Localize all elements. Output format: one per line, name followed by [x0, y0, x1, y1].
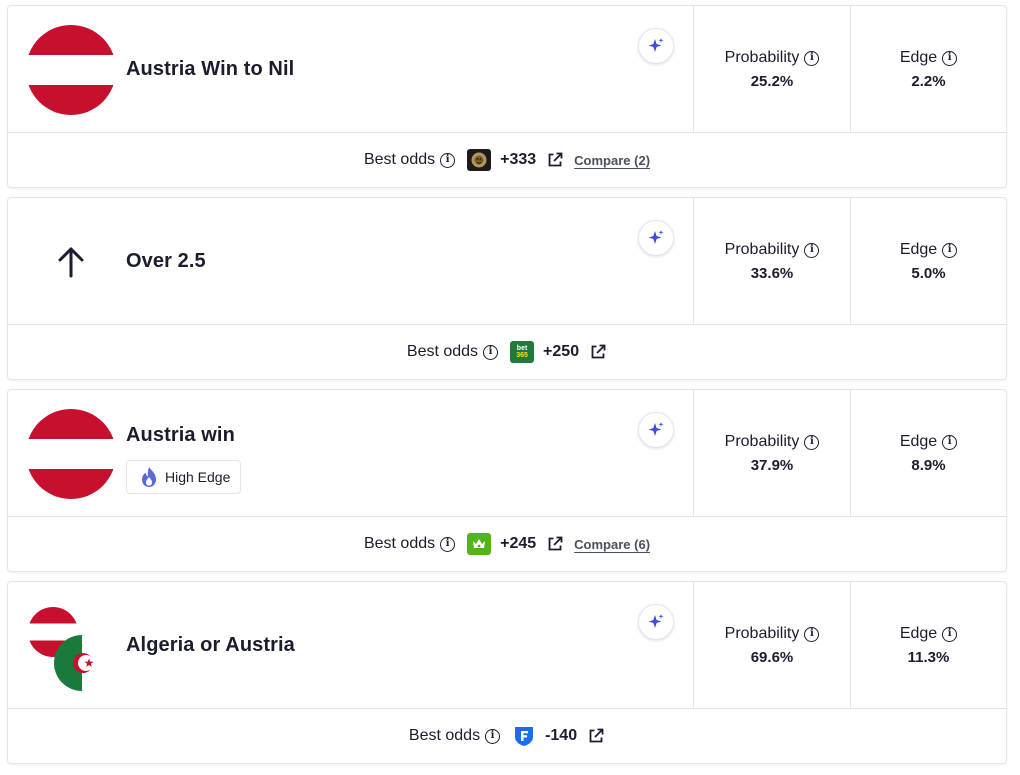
best-odds-row: Best odds i bet 365 +250: [8, 325, 1006, 379]
probability-stat: Probability i 37.9%: [693, 390, 850, 517]
odds-value[interactable]: +250: [543, 343, 579, 361]
best-odds-row: Best odds i -140: [8, 709, 1006, 763]
external-link-icon[interactable]: [546, 535, 564, 553]
sparkle-icon: [648, 38, 664, 52]
edge-label: Edge: [899, 625, 938, 642]
edge-value: 11.3%: [907, 649, 950, 666]
crescent-star-icon: [73, 653, 94, 673]
info-icon[interactable]: i: [483, 344, 499, 360]
edge-value: 8.9%: [911, 457, 946, 474]
sparkle-icon: [648, 230, 664, 244]
draftkings-logo[interactable]: [467, 533, 492, 555]
ai-insight-button[interactable]: [638, 28, 674, 64]
probability-label: Probability: [724, 49, 800, 66]
austria-flag: [26, 25, 116, 115]
probability-value: 25.2%: [750, 73, 794, 90]
external-link-icon[interactable]: [546, 151, 564, 169]
market-title: Austria win: [126, 424, 235, 446]
odds-value[interactable]: +245: [500, 535, 536, 553]
ai-insight-button[interactable]: [638, 412, 674, 448]
bet365-logo[interactable]: bet 365: [510, 341, 535, 363]
austria-flag-icon: [26, 25, 116, 115]
austria-flag: [26, 409, 116, 499]
market-card-header: Austria win High Edge Probability i 37.9%…: [8, 390, 1006, 517]
bet365-logo-text: bet: [516, 345, 528, 352]
multi-flag-icon: [26, 601, 116, 691]
best-odds-row: Best odds i +333 Compare (2): [8, 133, 1006, 187]
probability-label: Probability: [724, 241, 800, 258]
market-card-header: Austria Win to Nil Probability i 25.2% Ed…: [8, 6, 1006, 133]
market-title: Algeria or Austria: [126, 634, 295, 656]
probability-value: 69.6%: [750, 649, 794, 666]
info-icon[interactable]: i: [804, 434, 820, 450]
market-title: Austria Win to Nil: [126, 58, 295, 80]
market-card-header: Over 2.5 Probability i 33.6% Edge i 5.0%: [8, 198, 1006, 325]
market-info: Austria win High Edge: [8, 390, 693, 517]
info-icon[interactable]: i: [485, 728, 501, 744]
probability-value: 37.9%: [750, 457, 794, 474]
arrow-up-icon: [58, 247, 84, 278]
sparkle-icon: [648, 422, 664, 436]
best-odds-label: Best odds: [363, 535, 436, 552]
info-icon[interactable]: i: [440, 536, 456, 552]
info-icon[interactable]: i: [804, 242, 820, 258]
market-info: Over 2.5: [8, 198, 693, 325]
edge-stat: Edge i 2.2%: [850, 6, 1006, 133]
badge-label: High Edge: [165, 469, 231, 485]
market-card[interactable]: Over 2.5 Probability i 33.6% Edge i 5.0% B…: [7, 197, 1007, 380]
ai-insight-button[interactable]: [638, 220, 674, 256]
edge-value: 2.2%: [911, 73, 946, 90]
market-card-header: Algeria or Austria Probability i 69.6% Ed…: [8, 582, 1006, 709]
info-icon[interactable]: i: [942, 50, 958, 66]
sparkle-icon: [648, 614, 664, 628]
probability-label: Probability: [724, 625, 800, 642]
flame-icon: [142, 467, 156, 487]
info-icon[interactable]: i: [804, 50, 820, 66]
best-odds-label: Best odds: [408, 727, 481, 744]
best-odds-label: Best odds: [406, 343, 479, 360]
info-icon[interactable]: i: [804, 626, 820, 642]
probability-label: Probability: [724, 433, 800, 450]
algeria-flag: [54, 635, 110, 691]
market-card[interactable]: Austria win High Edge Probability i 37.9%…: [7, 389, 1007, 572]
info-icon[interactable]: i: [942, 242, 958, 258]
market-info: Algeria or Austria: [8, 582, 693, 709]
external-link-icon[interactable]: [587, 727, 605, 745]
external-link-icon[interactable]: [589, 343, 607, 361]
bet365-logo-text: 365: [516, 352, 528, 359]
market-icon: [26, 217, 116, 307]
market-info: Austria Win to Nil: [8, 6, 693, 133]
edge-label: Edge: [899, 49, 938, 66]
crown-icon: [473, 539, 486, 548]
austria-flag-icon: [26, 409, 116, 499]
edge-label: Edge: [899, 433, 938, 450]
compare-link[interactable]: Compare (6): [574, 537, 650, 552]
edge-value: 5.0%: [911, 265, 946, 282]
market-card[interactable]: Algeria or Austria Probability i 69.6% Ed…: [7, 581, 1007, 764]
edge-stat: Edge i 5.0%: [850, 198, 1006, 325]
edge-stat: Edge i 11.3%: [850, 582, 1006, 709]
market-title: Over 2.5: [126, 250, 206, 272]
ai-insight-button[interactable]: [638, 604, 674, 640]
high-edge-badge: High Edge: [126, 460, 242, 494]
info-icon[interactable]: i: [942, 626, 958, 642]
compare-link[interactable]: Compare (2): [574, 153, 650, 168]
shield-icon: [515, 727, 534, 746]
best-odds-label: Best odds: [363, 151, 436, 168]
edge-label: Edge: [899, 241, 938, 258]
probability-stat: Probability i 69.6%: [693, 582, 850, 709]
market-card[interactable]: Austria Win to Nil Probability i 25.2% Ed…: [7, 5, 1007, 188]
lion-icon: [471, 152, 487, 168]
probability-value: 33.6%: [750, 265, 794, 282]
best-odds-row: Best odds i +245 Compare (6): [8, 517, 1006, 571]
probability-stat: Probability i 33.6%: [693, 198, 850, 325]
info-icon[interactable]: i: [440, 152, 456, 168]
info-icon[interactable]: i: [942, 434, 958, 450]
edge-stat: Edge i 8.9%: [850, 390, 1006, 517]
probability-stat: Probability i 25.2%: [693, 6, 850, 133]
fanduel-logo[interactable]: [512, 725, 537, 747]
odds-value[interactable]: +333: [500, 151, 536, 169]
odds-value[interactable]: -140: [545, 727, 577, 745]
mgm-lion-logo[interactable]: [467, 149, 492, 171]
